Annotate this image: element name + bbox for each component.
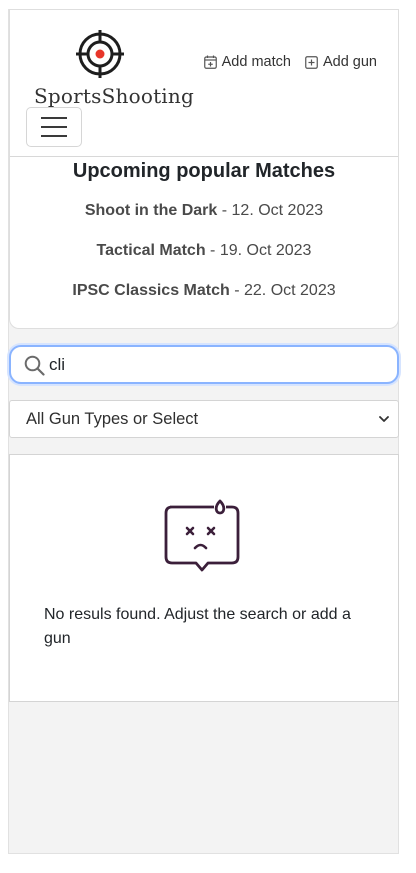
hamburger-menu-icon[interactable]: [26, 107, 82, 147]
header-card: SportsShooting Add match Add gun Upcomin…: [9, 9, 399, 329]
add-gun-label: Add gun: [322, 54, 377, 70]
match-name: Tactical Match: [96, 242, 206, 259]
empty-state-text: No resuls found. Adjust the search or ad…: [44, 606, 351, 647]
match-item[interactable]: Shoot in the Dark - 12. Oct 2023: [10, 202, 398, 220]
match-item[interactable]: Tactical Match - 19. Oct 2023: [10, 242, 398, 260]
match-name: IPSC Classics Match: [72, 282, 230, 299]
add-match-link[interactable]: Add match: [203, 54, 291, 70]
search-input[interactable]: [49, 353, 379, 377]
search-icon: [24, 355, 45, 376]
brand-logo[interactable]: SportsShooting: [34, 30, 194, 110]
match-date: - 12. Oct 2023: [217, 202, 324, 219]
sad-face-box-icon: [164, 499, 240, 572]
gun-type-selected: All Gun Types or Select: [26, 410, 199, 428]
header-divider: [10, 156, 398, 157]
search-box[interactable]: [9, 345, 399, 384]
match-name: Shoot in the Dark: [84, 202, 218, 219]
plus-square-icon: [305, 55, 318, 69]
gun-type-select[interactable]: All Gun Types or Select: [9, 400, 399, 438]
upcoming-matches-title: Upcoming popular Matches: [72, 160, 336, 182]
add-match-label: Add match: [221, 54, 291, 70]
calendar-plus-icon: [203, 55, 217, 69]
brand-name: SportsShooting: [34, 84, 194, 108]
top-nav: Add match Add gun: [203, 54, 377, 70]
crosshair-target-icon: [76, 30, 124, 78]
match-date: - 19. Oct 2023: [205, 242, 312, 259]
match-item[interactable]: IPSC Classics Match - 22. Oct 2023: [10, 282, 398, 300]
results-panel: No resuls found. Adjust the search or ad…: [9, 454, 399, 702]
chevron-down-icon: [379, 416, 389, 422]
match-date: - 22. Oct 2023: [229, 282, 336, 299]
add-gun-link[interactable]: Add gun: [305, 54, 377, 70]
